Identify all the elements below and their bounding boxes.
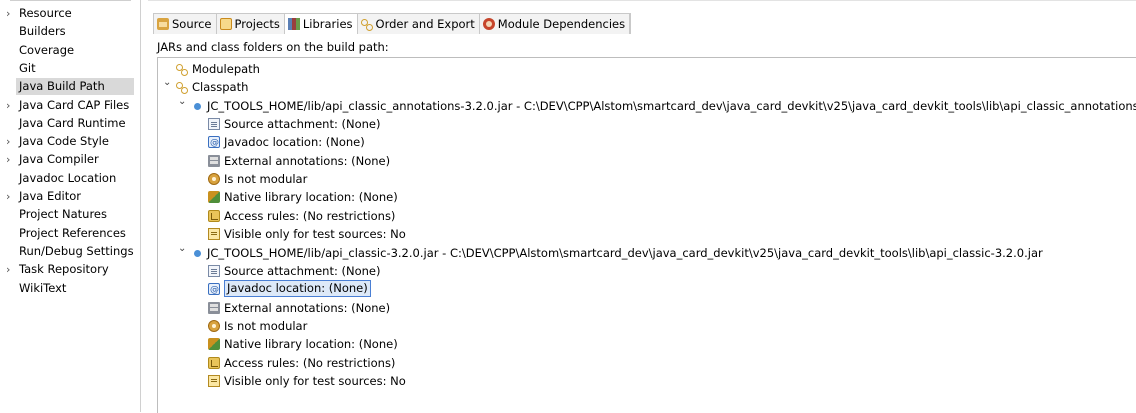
- attribute-label: Is not modular: [224, 318, 308, 333]
- preferences-tree: › Resource Builders Coverage Git Java Build P…: [0, 0, 141, 412]
- attribute-label: External annotations: (None): [224, 153, 391, 168]
- tab-order-and-export[interactable]: Order and Export: [358, 14, 480, 34]
- jar-icon: [191, 100, 203, 112]
- tab-libraries[interactable]: Libraries: [284, 14, 358, 34]
- chevron-down-icon[interactable]: ⌄: [178, 93, 188, 111]
- chevron-right-icon[interactable]: ›: [6, 261, 16, 278]
- attribute-label: External annotations: (None): [224, 300, 391, 315]
- nav-item-label: Coverage: [19, 42, 75, 57]
- chevron-right-icon[interactable]: ›: [6, 97, 16, 114]
- nav-item-label: Resource: [19, 6, 72, 20]
- attribute-label: Native library location: (None): [224, 190, 398, 205]
- module-icon: [208, 173, 220, 186]
- module-icon: [208, 319, 220, 332]
- attribute-label: Javadoc location: (None): [224, 135, 365, 150]
- attribute-label: Visible only for test sources: No: [224, 227, 406, 242]
- libraries-tree[interactable]: Modulepath ⌄ Classpath ⌄ JC_TOOLS_HOME/lib/a…: [157, 57, 1136, 413]
- tab-label: Module Dependencies: [497, 17, 626, 31]
- attribute-label: Javadoc location: (None): [224, 280, 371, 298]
- jar-label: JC_TOOLS_HOME/lib/api_classic-3.2.0.jar …: [207, 245, 1043, 260]
- nav-item-label: Java Editor: [19, 189, 81, 203]
- nav-item-label: Project References: [19, 225, 126, 240]
- module-dependencies-icon: [482, 18, 495, 30]
- native-library-icon: [208, 338, 220, 351]
- nav-item-label: Java Code Style: [19, 134, 109, 149]
- access-rules-icon: [208, 356, 220, 369]
- nav-item-label: Java Build Path: [16, 78, 134, 96]
- nav-item-label: Task Repository: [19, 262, 109, 277]
- chevron-right-icon[interactable]: ›: [6, 133, 16, 150]
- attribute-label: Native library location: (None): [224, 337, 398, 352]
- chevron-right-icon[interactable]: ›: [6, 5, 16, 22]
- attribute-label: Source attachment: (None): [224, 263, 381, 278]
- chevron-right-icon[interactable]: ›: [6, 151, 16, 168]
- tab-source[interactable]: Source: [154, 14, 217, 34]
- visible-test-icon: [208, 374, 220, 387]
- java-build-path-page: Source Projects Libraries Order and Export M…: [148, 0, 1136, 413]
- jar-icon: [191, 247, 203, 259]
- source-folder-icon: [157, 18, 169, 30]
- chevron-right-icon[interactable]: ›: [6, 188, 16, 205]
- nav-item-label: Run/Debug Settings: [19, 243, 134, 258]
- tab-label: Libraries: [302, 17, 353, 31]
- nav-item-label: Java Compiler: [19, 152, 99, 167]
- attribute-label: Source attachment: (None): [224, 117, 381, 132]
- order-export-icon: [360, 18, 373, 31]
- tab-label: Order and Export: [375, 17, 475, 31]
- nav-item-label: Git: [19, 60, 36, 75]
- divider: [10, 0, 131, 1]
- jar-label: JC_TOOLS_HOME/lib/api_classic_annotation…: [207, 98, 1136, 113]
- nav-item-label: Builders: [19, 24, 66, 39]
- nav-item-label: Java Card Runtime: [19, 115, 126, 130]
- classpath-icon: [176, 81, 188, 95]
- attribute-label: Access rules: (No restrictions): [224, 208, 396, 223]
- source-attachment-icon: [208, 118, 220, 131]
- javadoc-icon: [208, 281, 220, 299]
- tab-label: Source: [172, 17, 212, 31]
- javadoc-icon: [208, 134, 220, 152]
- build-path-label: JARs and class folders on the build path…: [157, 40, 389, 54]
- attribute-label: Is not modular: [224, 172, 308, 187]
- access-rules-icon: [208, 209, 220, 222]
- chevron-down-icon[interactable]: ⌄: [163, 74, 173, 92]
- divider: [148, 0, 1136, 4]
- external-annotations-icon: [208, 301, 220, 314]
- modulepath-icon: [176, 63, 188, 76]
- external-annotations-icon: [208, 154, 220, 167]
- nav-item-label: WikiText: [19, 280, 67, 295]
- attribute-label: Access rules: (No restrictions): [224, 355, 396, 370]
- visible-test-icon: [208, 228, 220, 241]
- node-label: Modulepath: [192, 62, 260, 76]
- nav-item-label: Javadoc Location: [19, 170, 117, 185]
- nav-item-label: Project Natures: [19, 207, 107, 222]
- native-library-icon: [208, 191, 220, 204]
- tab-module-dependencies[interactable]: Module Dependencies: [480, 14, 631, 34]
- projects-icon: [219, 18, 232, 30]
- build-path-tabs: Source Projects Libraries Order and Export M…: [153, 13, 632, 34]
- node-label: Classpath: [192, 80, 249, 95]
- tab-projects[interactable]: Projects: [217, 14, 285, 34]
- tab-label: Projects: [234, 17, 280, 31]
- nav-item-label: Java Card CAP Files: [19, 97, 130, 112]
- libraries-icon: [287, 18, 300, 30]
- chevron-down-icon[interactable]: ⌄: [178, 240, 188, 258]
- source-attachment-icon: [208, 264, 220, 277]
- attribute-label: Visible only for test sources: No: [224, 373, 406, 388]
